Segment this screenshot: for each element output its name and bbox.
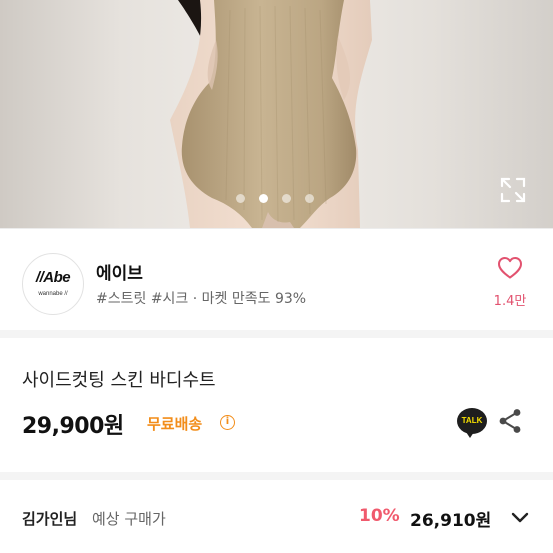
pagination-dot-active[interactable] [259,193,268,203]
talk-label: TALK [461,416,483,425]
like-button[interactable]: 1.4만 [488,256,532,309]
like-count: 1.4만 [493,294,527,309]
pagination-dot[interactable] [282,193,291,203]
product-title: 사이드컷팅 스킨 바디수트 [22,370,216,391]
shop-name[interactable]: 에이브 [96,259,143,284]
shop-tags: #스트릿 #시크 · 마켓 만족도 93% [96,291,307,307]
discount-rate: 10% [359,506,400,526]
expected-price-row[interactable]: 김가인님 예상 구매가 10% 26,910원 [0,494,553,542]
shop-logo[interactable]: //Abe wannabe // [22,253,84,315]
pagination-dot[interactable] [236,193,245,203]
expected-price-label: 예상 구매가 [92,510,166,528]
pagination-dot[interactable] [305,193,314,203]
expected-price: 26,910원 [410,511,492,531]
free-shipping-label: 무료배송 [147,415,203,433]
info-icon[interactable]: i [220,415,235,430]
expand-icon[interactable] [499,176,527,204]
chevron-down-icon[interactable] [509,507,531,529]
product-image-gallery[interactable] [0,0,553,228]
kakao-talk-button[interactable]: TALK [457,408,487,438]
gallery-pagination [236,193,314,203]
shop-logo-subtext: wannabe // [38,291,68,297]
share-icon[interactable] [498,408,522,434]
shop-section: //Abe wannabe // 에이브 #스트릿 #시크 · 마켓 만족도 9… [0,240,553,328]
product-price: 29,900원 [22,414,124,439]
divider [0,228,553,229]
buyer-name: 김가인님 [22,510,78,528]
section-divider [0,330,553,338]
heart-outline-icon [498,257,522,279]
shop-logo-text: //Abe [35,269,71,286]
section-divider [0,472,553,480]
